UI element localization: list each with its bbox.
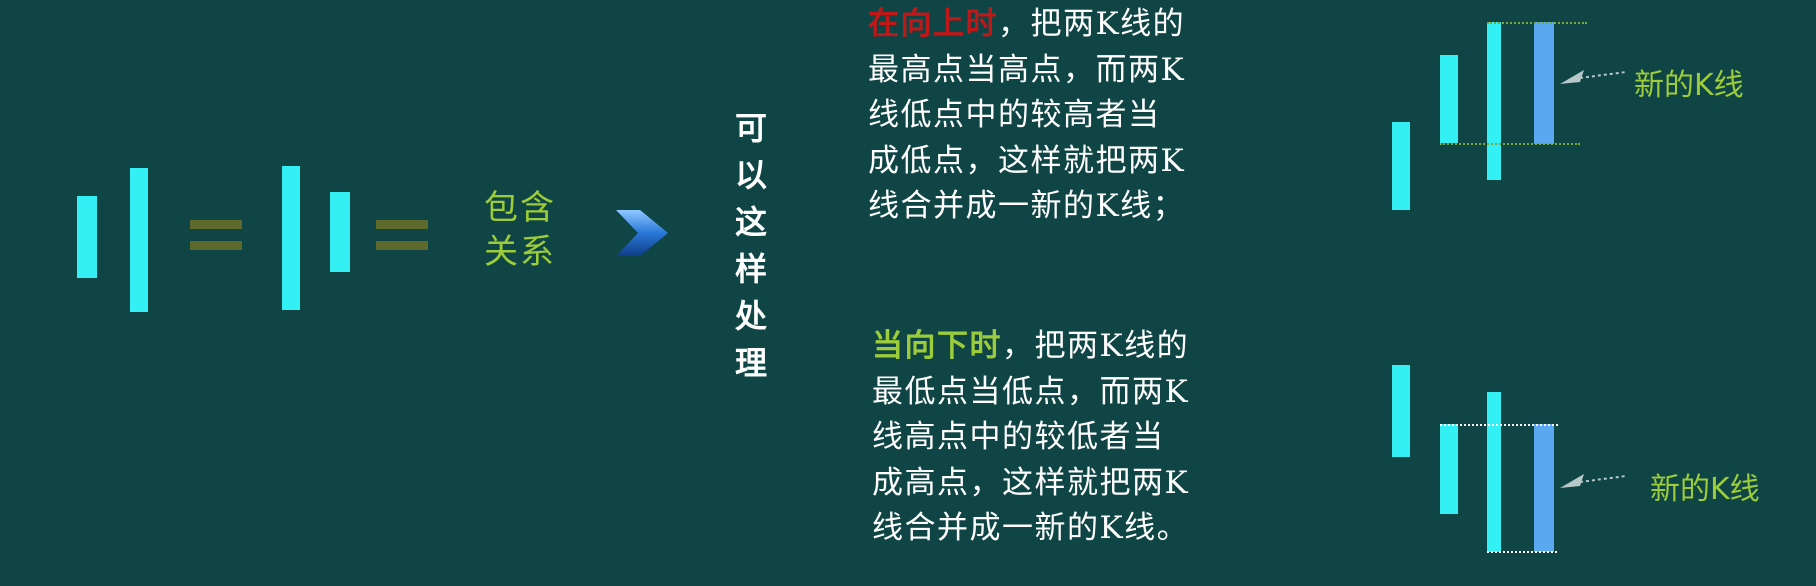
- down-bar-1: [1392, 365, 1410, 457]
- callout-arrow-icon: [1560, 70, 1627, 84]
- relation-label-line2: 关系: [484, 232, 556, 272]
- kline-bar-short-2: [330, 192, 350, 272]
- up-bar-3: [1487, 22, 1501, 180]
- rule-down-line-3: 线高点中的较低者当: [872, 419, 1165, 455]
- rule-up-paragraph: 在向上时，把两K线的 最高点当高点，而两K 线低点中的较高者当 成低点，这样就把…: [868, 2, 1308, 230]
- rule-up-line-5: 线合并成一新的K线；: [868, 188, 1186, 224]
- containment-relation-label: 包含 关系: [484, 186, 556, 274]
- down-merged-bar: [1534, 424, 1554, 552]
- kline-bar-long: [130, 168, 148, 312]
- rule-down-line1-text: ，把两K线的: [1002, 328, 1190, 364]
- up-bar-2: [1440, 55, 1458, 143]
- equals-sign-2: [376, 220, 428, 260]
- up-new-k-label: 新的K线: [1634, 68, 1744, 103]
- up-low-dotted-line: [1440, 143, 1580, 145]
- up-bar-1: [1392, 122, 1410, 210]
- down-low-dotted-line: [1487, 551, 1557, 553]
- rule-up-line-3: 线低点中的较高者当: [868, 97, 1161, 133]
- rule-down-paragraph: 当向下时，把两K线的 最低点当低点，而两K 线高点中的较低者当 成高点，这样就把…: [872, 324, 1312, 552]
- down-bar-3: [1487, 392, 1501, 552]
- rule-down-line-1: 当向下时，把两K线的: [872, 324, 1312, 370]
- rule-up-line-2: 最高点当高点，而两K: [868, 51, 1186, 88]
- rule-up-line-1: 在向上时，把两K线的: [868, 2, 1308, 48]
- equals-sign-1: [190, 220, 242, 260]
- kline-bar-short: [77, 196, 97, 278]
- callout-arrow-icon: [1560, 474, 1627, 488]
- vertical-caption: 可以这样处理: [734, 109, 767, 382]
- relation-label-line1: 包含: [484, 188, 556, 228]
- up-merged-bar: [1534, 22, 1554, 144]
- rule-up-line-4: 成低点，这样就把两K: [868, 142, 1186, 179]
- rule-up-heading: 在向上时: [868, 6, 998, 42]
- down-bar-2: [1440, 424, 1458, 514]
- rule-down-line-4: 成高点，这样就把两K: [872, 464, 1190, 501]
- rule-down-line-5: 线合并成一新的K线。: [872, 510, 1190, 546]
- up-high-dotted-line: [1487, 22, 1587, 24]
- chevron-right-icon: [616, 210, 668, 256]
- rule-down-heading: 当向下时: [872, 328, 1002, 364]
- down-high-dotted-line: [1440, 424, 1558, 426]
- rule-down-line-2: 最低点当低点，而两K: [872, 373, 1190, 410]
- kline-bar-long-2: [282, 166, 300, 310]
- rule-up-line1-text: ，把两K线的: [998, 6, 1186, 42]
- down-new-k-label: 新的K线: [1650, 472, 1760, 507]
